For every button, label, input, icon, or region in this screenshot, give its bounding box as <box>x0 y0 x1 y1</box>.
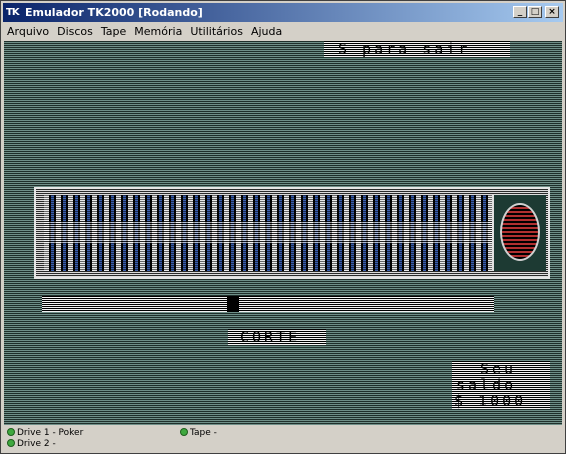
menu-tape[interactable]: Tape <box>97 23 130 41</box>
minimize-button[interactable]: _ <box>513 6 527 18</box>
menu-utilitarios[interactable]: Utilitários <box>186 23 247 41</box>
drive1-led-icon <box>7 428 15 436</box>
title-bar[interactable]: TK Emulador TK2000 [Rodando] _ □ × <box>3 3 563 22</box>
maximize-button[interactable]: □ <box>528 6 542 18</box>
emulator-screen[interactable]: S para sair CORTE Seu saldo $ 1000 <box>4 41 562 425</box>
drive1-status: Drive 1 - Poker <box>7 428 83 439</box>
menu-bar: Arquivo Discos Tape Memória Utilitários Ajuda <box>3 23 563 41</box>
emulator-window: TK Emulador TK2000 [Rodando] _ □ × Arqui… <box>0 0 566 454</box>
cut-label: CORTE <box>228 329 326 345</box>
menu-discos[interactable]: Discos <box>53 23 97 41</box>
tape-led-icon <box>180 428 188 436</box>
window-title: Emulador TK2000 [Rodando] <box>25 6 203 19</box>
exit-hint: S para sair <box>324 41 510 57</box>
deck-card-back <box>492 195 546 271</box>
menu-ajuda[interactable]: Ajuda <box>247 23 286 41</box>
card-back-oval <box>500 203 540 261</box>
status-bar: Drive 1 - Poker Drive 2 - Tape - <box>3 426 563 452</box>
menu-arquivo[interactable]: Arquivo <box>3 23 53 41</box>
tape-status: Tape - <box>180 428 217 439</box>
cut-slider-handle[interactable] <box>227 296 239 312</box>
drive2-label: Drive 2 - <box>17 439 56 449</box>
drive2-led-icon <box>7 439 15 447</box>
balance-label-line2: saldo <box>452 377 550 393</box>
balance-value: $ 1000 <box>452 393 550 409</box>
balance-label-line1: Seu <box>452 361 550 377</box>
tape-label: Tape - <box>190 428 217 438</box>
app-icon: TK <box>6 7 20 18</box>
card-deck-strip <box>34 187 550 279</box>
drive1-label: Drive 1 - Poker <box>17 428 84 438</box>
drive2-status: Drive 2 - <box>7 439 56 450</box>
spread-cards <box>44 195 492 271</box>
cards-edge <box>44 221 492 243</box>
close-button[interactable]: × <box>545 6 559 18</box>
cut-slider[interactable] <box>42 296 494 312</box>
menu-memoria[interactable]: Memória <box>130 23 186 41</box>
